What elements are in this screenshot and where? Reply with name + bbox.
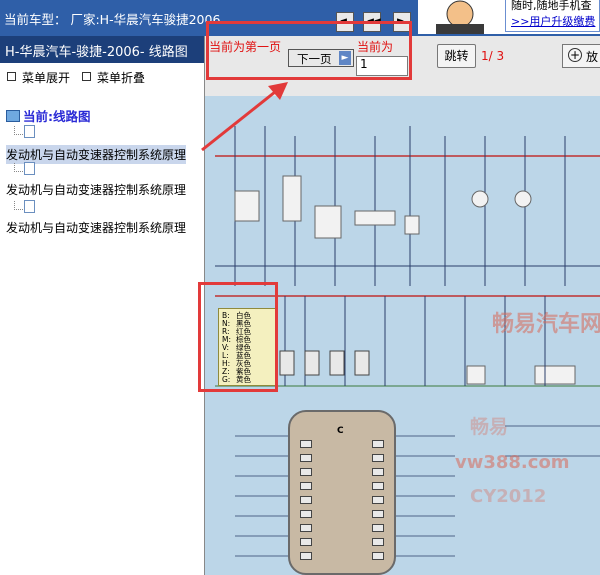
connector-pin	[300, 496, 312, 504]
left-panel: H-华晨汽车-骏捷-2006- 线路图 菜单展开 菜单折叠 当前:线路图 发动机…	[0, 36, 205, 575]
current-model-title: 当前车型： 厂家:H-华晨汽车骏捷2006	[4, 12, 221, 27]
menu-collapse[interactable]: 菜单折叠	[82, 69, 145, 86]
document-icon	[24, 200, 35, 213]
connector-label: C	[337, 426, 344, 436]
connector-pin	[300, 510, 312, 518]
connector-pin	[372, 538, 384, 546]
menu-expand-label: 菜单展开	[22, 71, 71, 85]
connector-pin	[372, 524, 384, 532]
watermark: 畅易	[470, 416, 509, 438]
connector-pin	[372, 510, 384, 518]
connector-pin	[300, 552, 312, 560]
connector-pin	[300, 524, 312, 532]
watermark: vw388.com	[455, 452, 570, 473]
zoom-label: 放	[586, 50, 599, 64]
document-icon	[24, 125, 35, 138]
connector-pin	[372, 440, 384, 448]
left-panel-title: H-华晨汽车-骏捷-2006- 线路图	[5, 45, 188, 60]
tree-connector	[14, 201, 23, 210]
tree-connector	[14, 126, 23, 135]
tree-root-label: 当前:线路图	[23, 109, 91, 124]
tree-item[interactable]: 发动机与自动变速器控制系统原理	[6, 181, 186, 198]
watermark: CY2012	[470, 486, 547, 507]
connector-pin	[372, 552, 384, 560]
menu-collapse-label: 菜单折叠	[97, 71, 146, 85]
square-icon	[7, 72, 16, 81]
connector-pin	[300, 440, 312, 448]
tree-root[interactable]: 当前:线路图	[6, 106, 91, 125]
tree-item[interactable]: 发动机与自动变速器控制系统原理	[6, 219, 186, 236]
connector-pin	[300, 538, 312, 546]
upgrade-payment-link[interactable]: >>用户升级缴费	[511, 13, 595, 29]
connector-pin	[372, 468, 384, 476]
connector-pin	[300, 454, 312, 462]
zoom-in-icon: +	[568, 48, 582, 62]
square-icon	[82, 72, 91, 81]
left-panel-header: H-华晨汽车-骏捷-2006- 线路图	[0, 36, 204, 63]
menu-expand[interactable]: 菜单展开	[7, 69, 70, 86]
connector-pin	[300, 468, 312, 476]
mascot-icon	[436, 0, 484, 34]
computer-icon	[6, 110, 20, 122]
ad-line1: 随时,随地手机查	[511, 0, 592, 12]
connector-pin	[300, 482, 312, 490]
connector-pin	[372, 454, 384, 462]
connector-pin	[372, 496, 384, 504]
annotation-arrow	[201, 82, 288, 152]
annotation-first-page-note: 当前为第一页	[209, 40, 282, 54]
annotation-box-legend	[198, 282, 278, 392]
jump-button[interactable]: 跳转	[437, 44, 476, 68]
tree-connector	[14, 163, 23, 172]
document-icon	[24, 162, 35, 175]
connector-pin	[372, 482, 384, 490]
watermark: 畅易汽车网	[492, 312, 600, 337]
page-count: 1/ 3	[481, 49, 505, 63]
